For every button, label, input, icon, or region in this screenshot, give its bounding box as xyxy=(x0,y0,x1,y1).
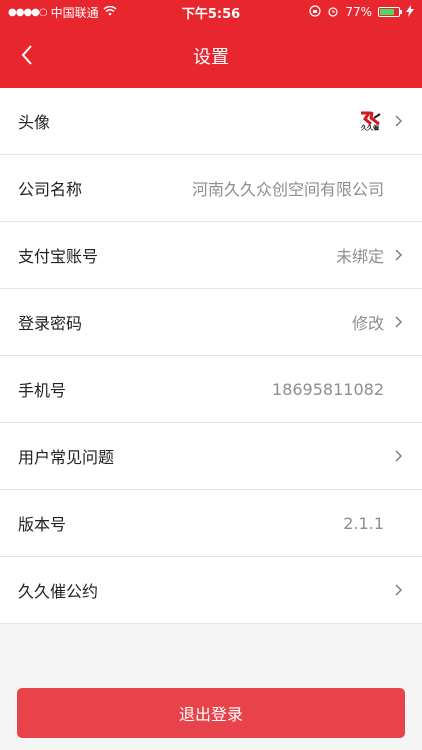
logo-text: 久久催 xyxy=(360,124,379,132)
row-label: 头像 xyxy=(18,113,51,132)
navigation-bar: 设置 xyxy=(0,24,422,88)
row-company-name: 公司名称 河南久久众创空间有限公司 xyxy=(0,155,422,222)
carrier: 中国联通 xyxy=(50,5,99,20)
row-label: 版本号 xyxy=(18,515,67,534)
battery-percent: 77% xyxy=(345,5,372,19)
wifi-icon xyxy=(103,5,117,19)
charging-icon xyxy=(406,4,414,20)
logout-button[interactable]: 退出登录 xyxy=(17,688,405,738)
password-value: 修改 xyxy=(351,314,384,333)
row-login-password[interactable]: 登录密码 修改 xyxy=(0,289,422,356)
row-alipay-account[interactable]: 支付宝账号 未绑定 xyxy=(0,222,422,289)
chevron-right-icon xyxy=(392,449,406,463)
back-button[interactable] xyxy=(10,38,44,72)
page-title: 设置 xyxy=(193,47,229,68)
row-label: 久久催公约 xyxy=(18,582,99,601)
chevron-right-icon xyxy=(392,248,406,262)
chevron-right-icon xyxy=(392,315,406,329)
row-label: 用户常见问题 xyxy=(18,448,115,467)
battery-icon xyxy=(378,7,402,17)
company-name-value: 河南久久众创空间有限公司 xyxy=(191,180,384,199)
status-time: 下午5:56 xyxy=(181,6,241,22)
row-label: 登录密码 xyxy=(18,314,83,333)
row-phone: 手机号 18695811082 xyxy=(0,356,422,423)
company-logo-icon xyxy=(361,111,381,125)
status-bar: ●●●●○ 中国联通 下午5:56 77% xyxy=(0,0,422,24)
chevron-right-icon xyxy=(392,583,406,597)
lock-rotation-icon xyxy=(309,4,321,20)
chevron-left-icon xyxy=(21,45,32,65)
row-label: 支付宝账号 xyxy=(18,247,99,266)
row-label: 公司名称 xyxy=(18,180,83,199)
settings-list: 头像 久久催 公司名称 河南久久众创空间有限公司 支付宝账号 未绑定 登录密码 … xyxy=(0,88,422,624)
row-avatar[interactable]: 头像 久久催 xyxy=(0,88,422,155)
phone-value: 18695811082 xyxy=(272,379,384,399)
alipay-value: 未绑定 xyxy=(335,247,384,266)
row-label: 手机号 xyxy=(18,381,67,400)
row-faq[interactable]: 用户常见问题 xyxy=(0,423,422,490)
avatar: 久久催 xyxy=(356,109,384,133)
row-convention[interactable]: 久久催公约 xyxy=(0,557,422,624)
alarm-icon xyxy=(327,5,339,20)
chevron-right-icon xyxy=(392,114,406,128)
header: ●●●●○ 中国联通 下午5:56 77% 设置 xyxy=(0,0,422,88)
version-value: 2.1.1 xyxy=(343,513,384,533)
row-version: 版本号 2.1.1 xyxy=(0,490,422,557)
signal-icon: ●●●●○ xyxy=(8,6,48,18)
